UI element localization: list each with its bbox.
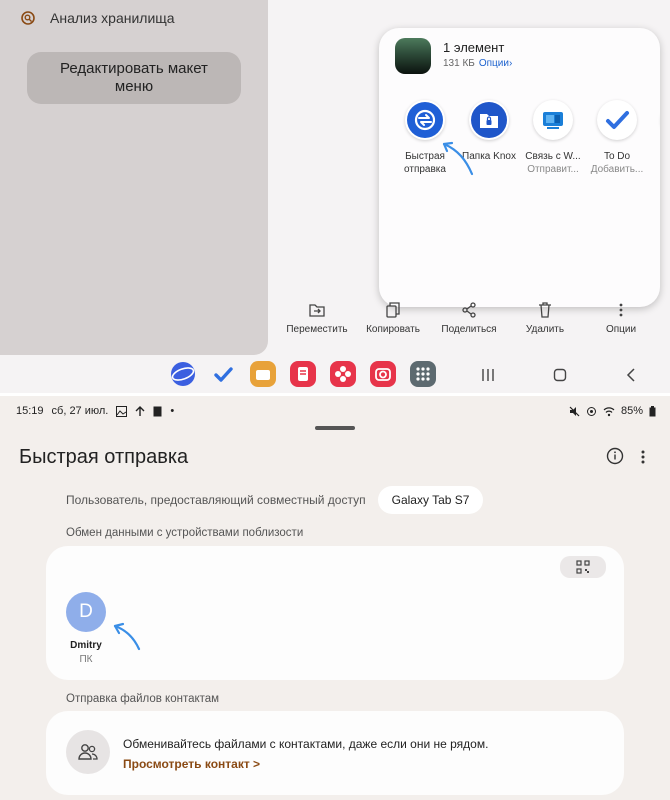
storage-analysis-icon — [21, 11, 35, 25]
copy-icon — [356, 302, 430, 318]
recents-icon[interactable] — [480, 367, 496, 383]
nearby-section-label: Обмен данными с устройствами поблизости — [66, 527, 304, 539]
status-bar: 15:19 сб, 27 июл. • 85% — [16, 403, 656, 419]
file-size: 131 КБ — [443, 58, 475, 69]
share-targets: Быстрая отправка Папка Knox Связь с W...… — [391, 100, 660, 190]
todo-icon[interactable] — [210, 361, 236, 387]
date: сб, 27 июл. — [51, 405, 109, 417]
page-title: Быстрая отправка — [19, 446, 189, 468]
more-notifications-dot: • — [170, 405, 175, 417]
link-to-windows-icon — [533, 100, 573, 140]
options-link[interactable]: Опции› — [479, 58, 512, 69]
file-thumbnail — [395, 38, 431, 74]
back-icon[interactable] — [624, 367, 640, 383]
qr-code-button[interactable] — [560, 556, 606, 578]
contacts-description: Обменивайтесь файлами с контактами, даже… — [123, 737, 489, 751]
apps-grid-icon[interactable] — [410, 361, 436, 387]
contacts-icon — [66, 730, 110, 774]
share-button[interactable]: Поделиться — [432, 302, 506, 335]
taskbar-dock — [170, 360, 436, 388]
more-options-icon[interactable] — [640, 449, 646, 465]
contacts-section-label: Отправка файлов контактам — [66, 693, 220, 705]
share-sheet: 1 элемент 131 КБ Опции› Быстрая отправка — [379, 28, 660, 307]
edit-menu-layout-button[interactable]: Редактировать макет меню — [27, 52, 241, 104]
device-name-chip[interactable]: Galaxy Tab S7 — [377, 486, 484, 514]
delete-label: Удалить — [525, 324, 565, 335]
pointer-arrow-icon — [113, 622, 141, 651]
share-target-label: To Do — [603, 151, 631, 162]
shared-user-label: Пользователь, предоставляющий совместный… — [66, 493, 366, 507]
share-target-sublabel: Отправит... — [527, 164, 579, 175]
quick-share-icon — [405, 100, 445, 140]
move-button[interactable]: Переместить — [280, 302, 354, 335]
share-target-drive[interactable]: Д — [647, 100, 660, 163]
share-icon — [432, 302, 506, 318]
mute-icon — [569, 406, 580, 416]
samsung-notes-icon[interactable] — [290, 361, 316, 387]
qr-code-icon — [576, 560, 590, 574]
status-right: 85% — [569, 405, 656, 417]
chevron-right-icon: › — [508, 58, 513, 69]
file-action-bar: Переместить Копировать Поделиться Удалит… — [278, 302, 670, 338]
info-icon[interactable] — [606, 447, 624, 465]
samsung-internet-icon[interactable] — [170, 361, 196, 387]
my-files-icon[interactable] — [250, 361, 276, 387]
move-icon — [280, 302, 354, 318]
flower-app-icon[interactable] — [330, 361, 356, 387]
storage-analysis-item[interactable]: Анализ хранилища — [20, 8, 175, 28]
share-target-label: Д — [647, 150, 660, 163]
item-count: 1 элемент — [443, 40, 505, 55]
file-meta: 131 КБ Опции› — [443, 58, 512, 69]
device-name: Dmitry — [70, 640, 102, 651]
drag-handle[interactable] — [315, 426, 355, 430]
knox-folder-icon — [469, 100, 509, 140]
file-notification-icon — [153, 406, 162, 416]
trash-icon — [508, 302, 582, 318]
shared-user-row: Пользователь, предоставляющий совместный… — [66, 486, 484, 514]
battery-percent: 85% — [620, 405, 643, 417]
options-button[interactable]: Опции — [584, 302, 658, 335]
move-label: Переместить — [286, 324, 348, 335]
share-target-sublabel: Добавить... — [590, 164, 644, 175]
share-target-todo[interactable]: To Do Добавить... — [583, 100, 651, 176]
home-icon[interactable] — [552, 367, 568, 383]
delete-button[interactable]: Удалить — [508, 302, 582, 335]
share-target-label: Связь с W... — [525, 151, 581, 162]
image-notification-icon — [116, 405, 128, 417]
nearby-devices-card — [46, 546, 624, 680]
share-target-link-to-windows[interactable]: Связь с W... Отправит... — [519, 100, 587, 176]
pointer-arrow-icon — [442, 141, 474, 176]
device-avatar[interactable]: D — [66, 592, 106, 632]
clock: 15:19 — [16, 405, 44, 417]
battery-icon — [649, 405, 656, 416]
contacts-card — [46, 711, 624, 795]
copy-label: Копировать — [366, 324, 420, 335]
hotspot-icon — [586, 406, 596, 416]
device-type: ПК — [79, 654, 93, 665]
share-label: Поделиться — [441, 324, 497, 335]
view-contact-link[interactable]: Просмотреть контакт > — [123, 757, 260, 771]
storage-analysis-label: Анализ хранилища — [50, 10, 175, 26]
wifi-icon — [603, 406, 615, 416]
navigation-bar — [480, 365, 640, 385]
todo-check-icon — [597, 100, 637, 140]
options-label: Опции — [605, 324, 637, 335]
camera-icon[interactable] — [370, 361, 396, 387]
upload-icon — [135, 405, 145, 416]
status-left: 15:19 сб, 27 июл. • — [16, 405, 174, 417]
copy-button[interactable]: Копировать — [356, 302, 430, 335]
more-icon — [584, 302, 658, 318]
